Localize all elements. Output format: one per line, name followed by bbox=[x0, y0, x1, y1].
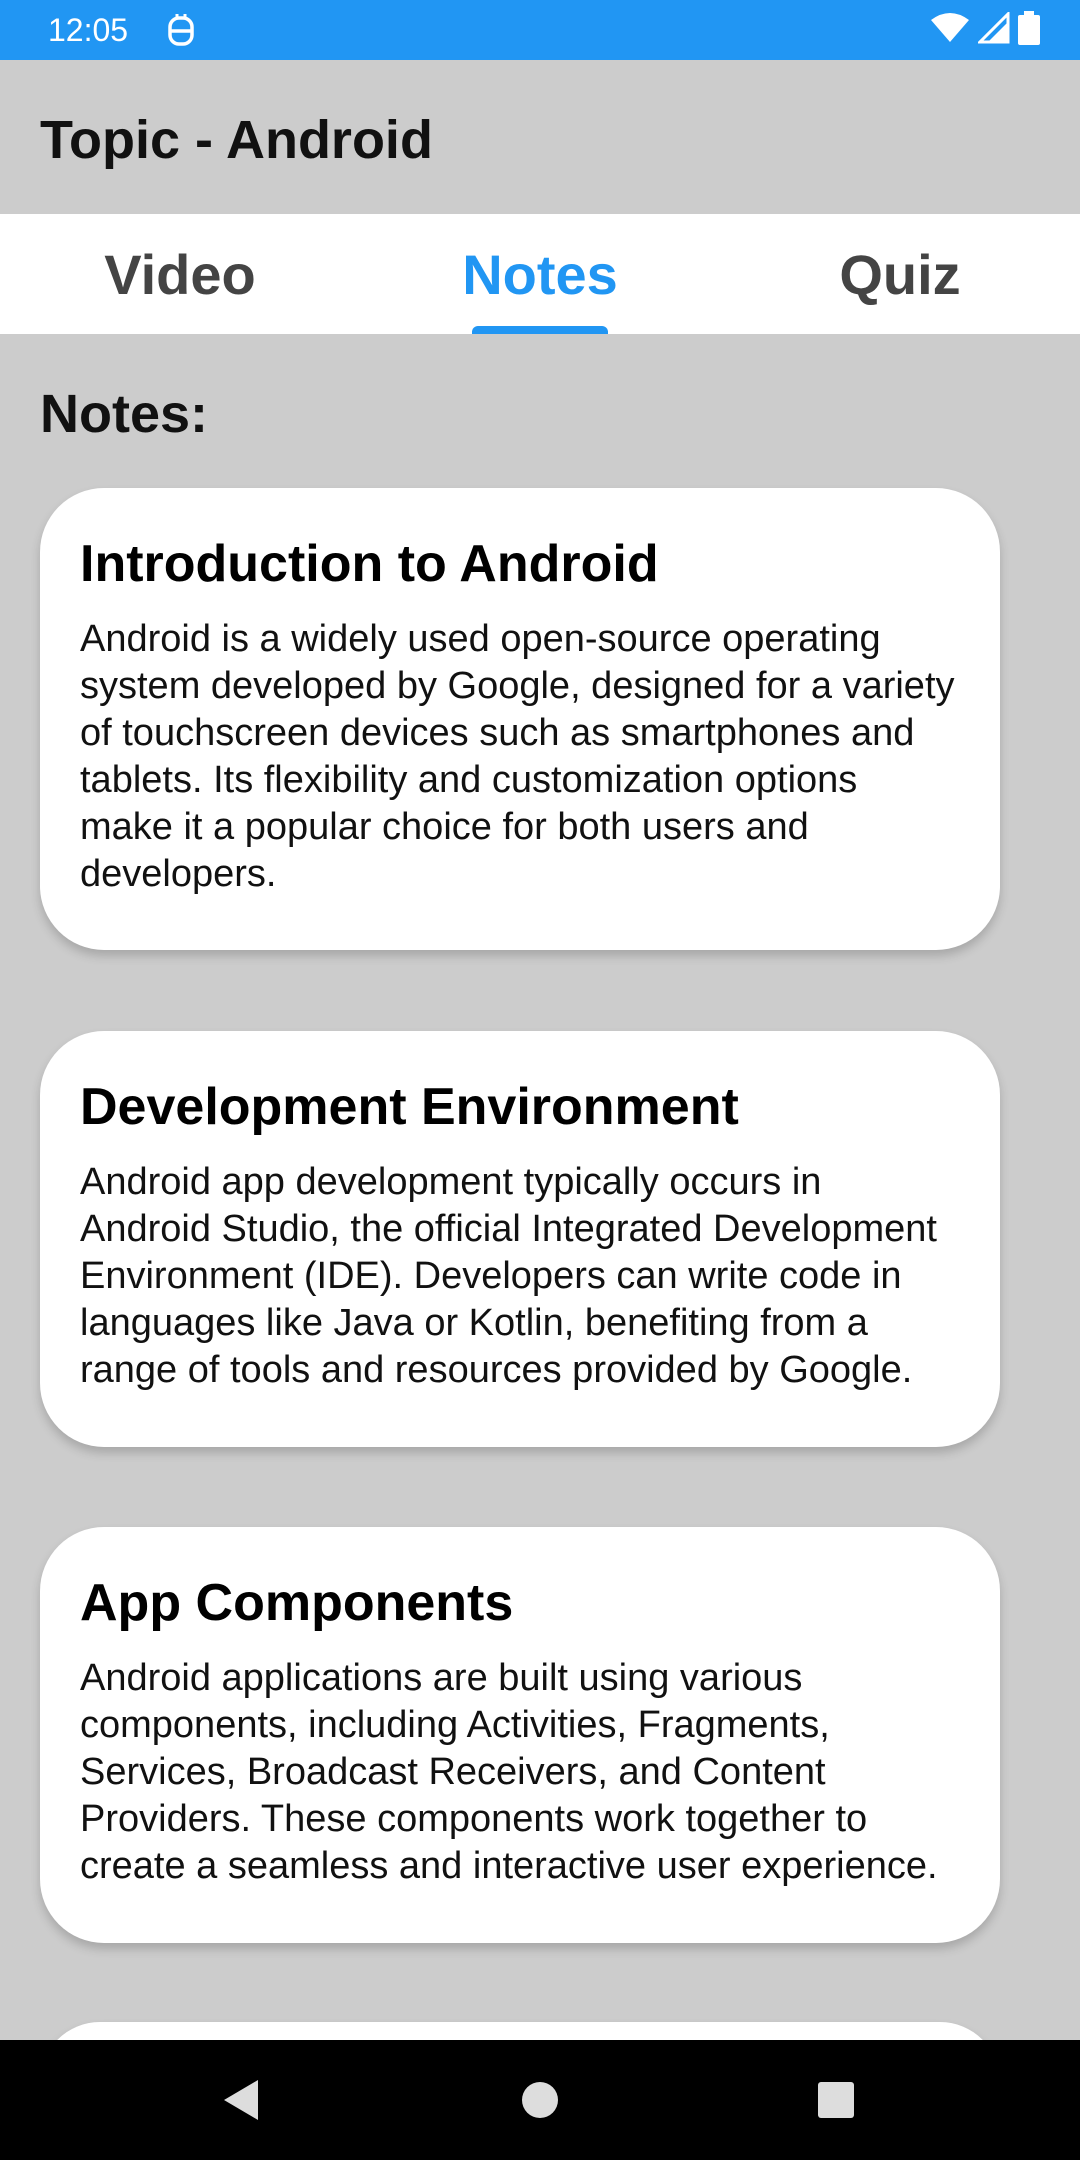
note-card-body: Android applications are built using var… bbox=[80, 1657, 938, 1887]
tab-video[interactable]: Video bbox=[0, 214, 360, 334]
page-title: Topic - Android bbox=[40, 110, 433, 170]
note-card-body: Android is a widely used open-source ope… bbox=[80, 618, 955, 895]
note-card-body: Android app development typically occurs… bbox=[80, 1161, 937, 1391]
tab-bar: Video Notes Quiz bbox=[0, 214, 1080, 334]
screen: 12:05 Topic - Android Video Notes Quiz N… bbox=[0, 0, 1080, 2160]
recents-icon[interactable] bbox=[812, 2076, 860, 2124]
battery-icon bbox=[1018, 10, 1040, 50]
note-card[interactable]: Development Environment Android app deve… bbox=[40, 1031, 1000, 1447]
back-icon[interactable] bbox=[218, 2076, 266, 2124]
status-time: 12:05 bbox=[48, 12, 129, 48]
notification-icon bbox=[166, 14, 196, 48]
note-card-title: Introduction to Android bbox=[80, 535, 659, 593]
navigation-bar bbox=[0, 2040, 1080, 2160]
section-heading: Notes: bbox=[40, 384, 209, 444]
tab-notes[interactable]: Notes bbox=[360, 214, 720, 334]
note-card-title: Development Environment bbox=[80, 1078, 739, 1136]
app-bar: Topic - Android bbox=[0, 60, 1080, 214]
status-bar: 12:05 bbox=[0, 0, 1080, 60]
tab-quiz[interactable]: Quiz bbox=[720, 214, 1080, 334]
note-card-title: App Components bbox=[80, 1574, 514, 1632]
note-card[interactable]: App Components Android applications are … bbox=[40, 1527, 1000, 1943]
wifi-icon bbox=[930, 12, 970, 49]
tab-indicator bbox=[472, 326, 608, 334]
home-icon[interactable] bbox=[516, 2076, 564, 2124]
signal-icon bbox=[976, 9, 1010, 49]
note-card[interactable]: Introduction to Android Android is a wid… bbox=[40, 488, 1000, 950]
status-icons bbox=[930, 9, 1040, 50]
